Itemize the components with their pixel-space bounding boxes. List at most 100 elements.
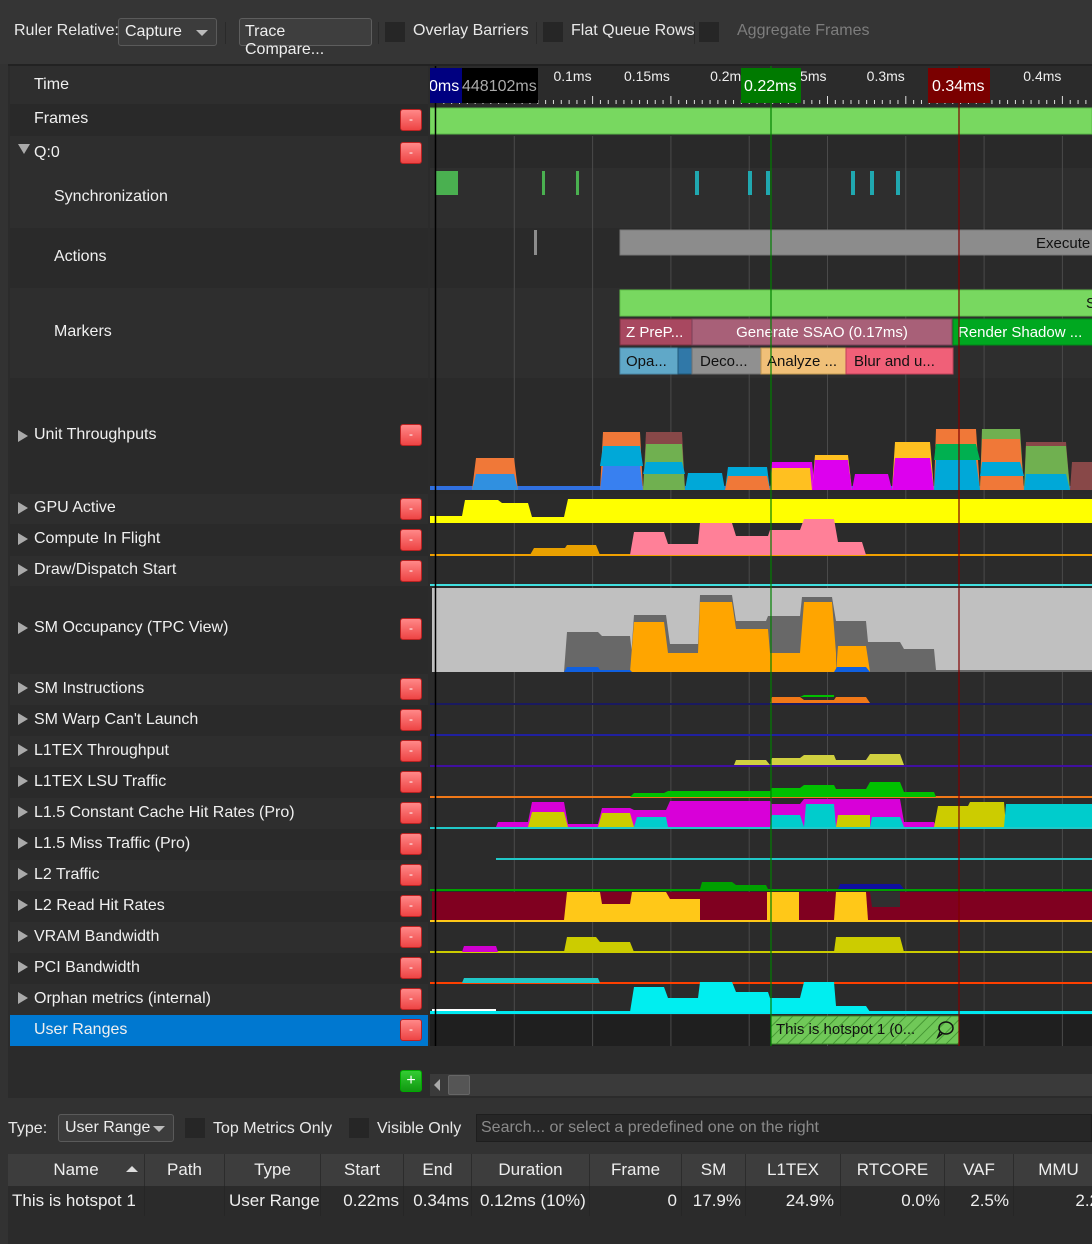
row-label-text: Frames [34,110,89,127]
expand-triangle-icon[interactable] [18,806,28,818]
overlay-barriers-checkbox[interactable] [385,22,405,42]
remove-row-button[interactable]: - [400,1019,422,1041]
column-duration[interactable]: Duration [472,1154,590,1186]
l1tex-area [770,754,904,765]
table-row[interactable]: This is hotspot 1 User Range 0.22ms 0.34… [8,1186,1092,1216]
flat-queue-rows-checkbox[interactable] [543,22,563,42]
row-sm-warp-cant-launch[interactable]: SM Warp Can't Launch - [10,705,428,736]
row-frames[interactable]: Frames - [10,104,428,136]
column-l1tex[interactable]: L1TEX [746,1154,841,1186]
horizontal-scrollbar[interactable] [430,1074,1092,1096]
expand-triangle-icon[interactable] [18,961,28,973]
row-vram-bandwidth[interactable]: VRAM Bandwidth - [10,922,428,953]
expand-triangle-icon[interactable] [18,930,28,942]
scrollbar-thumb[interactable] [448,1075,470,1095]
row-l2-read-hit-rates[interactable]: L2 Read Hit Rates - [10,891,428,922]
remove-row-button[interactable]: - [400,529,422,551]
warp-base [430,734,1092,736]
remove-row-button[interactable]: - [400,498,422,520]
metric-search-input[interactable]: Search... or select a predefined one on … [476,1114,1092,1142]
expand-triangle-icon[interactable] [18,502,28,514]
chevron-down-icon [196,30,208,36]
column-sm[interactable]: SM [682,1154,746,1186]
row-pci-bandwidth[interactable]: PCI Bandwidth - [10,953,428,984]
row-draw-dispatch-start[interactable]: Draw/Dispatch Start - [10,556,428,586]
expand-triangle-icon[interactable] [18,837,28,849]
remove-row-button[interactable]: - [400,560,422,582]
ruler-relative-select[interactable]: Capture [118,18,217,46]
row-l1tex-lsu-traffic[interactable]: L1TEX LSU Traffic - [10,767,428,798]
expand-triangle-icon[interactable] [18,868,28,880]
sort-ascending-icon [126,1166,138,1172]
expand-triangle-icon[interactable] [18,775,28,787]
collapse-triangle-icon[interactable] [18,144,30,154]
expand-triangle-icon[interactable] [18,564,28,576]
remove-row-button[interactable]: - [400,864,422,886]
expand-triangle-icon[interactable] [18,899,28,911]
remove-row-button[interactable]: - [400,957,422,979]
column-frame[interactable]: Frame [590,1154,682,1186]
separator [694,22,695,44]
sync-event [896,171,900,195]
row-markers[interactable]: Markers [10,288,428,378]
top-metrics-only-checkbox[interactable] [185,1118,205,1138]
row-unit-throughputs[interactable]: Unit Throughputs - [10,378,428,494]
add-row-button[interactable]: + [400,1070,422,1092]
remove-row-button[interactable]: - [400,709,422,731]
expand-triangle-icon[interactable] [18,992,28,1004]
aggregate-frames-checkbox[interactable] [699,22,719,42]
row-synchronization[interactable]: Synchronization [10,168,428,228]
expand-triangle-icon[interactable] [18,430,28,442]
timeline-plot[interactable]: Execute S Z PreP... Generate SSAO (0.17m… [430,66,1092,1100]
column-path[interactable]: Path [145,1154,225,1186]
remove-row-button[interactable]: - [400,833,422,855]
row-compute-in-flight[interactable]: Compute In Flight - [10,524,428,556]
remove-row-button[interactable]: - [400,802,422,824]
scroll-left-icon[interactable] [434,1079,440,1091]
remove-row-button[interactable]: - [400,740,422,762]
row-label-text: L1.5 Constant Cache Hit Rates (Pro) [34,804,295,821]
visible-only-checkbox[interactable] [349,1118,369,1138]
remove-row-button[interactable]: - [400,424,422,446]
column-end[interactable]: End [404,1154,472,1186]
trace-compare-button[interactable]: Trace Compare... [239,18,372,58]
row-l2-traffic[interactable]: L2 Traffic - [10,860,428,891]
row-orphan-metrics[interactable]: Orphan metrics (internal) - [10,984,428,1015]
row-sm-occupancy[interactable]: SM Occupancy (TPC View) - [10,586,428,674]
row-sm-instructions[interactable]: SM Instructions - [10,674,428,705]
row-queue[interactable]: Q:0 - [10,136,428,168]
row-label-text: Unit Throughputs [34,426,157,443]
remove-row-button[interactable]: - [400,109,422,131]
expand-triangle-icon[interactable] [18,533,28,545]
pci-area [462,978,600,983]
row-l15-miss-traffic[interactable]: L1.5 Miss Traffic (Pro) - [10,829,428,860]
row-l1tex-throughput[interactable]: L1TEX Throughput - [10,736,428,767]
column-name[interactable]: Name [8,1154,145,1186]
remove-row-button[interactable]: - [400,618,422,640]
expand-triangle-icon[interactable] [18,682,28,694]
sm-occupancy-chart [432,588,1092,672]
row-label-text: GPU Active [34,499,116,516]
row-gpu-active[interactable]: GPU Active - [10,494,428,524]
expand-triangle-icon[interactable] [18,744,28,756]
type-select[interactable]: User Range [58,1114,174,1142]
expand-triangle-icon[interactable] [18,713,28,725]
expand-triangle-icon[interactable] [18,622,28,634]
row-l15-constant-cache[interactable]: L1.5 Constant Cache Hit Rates (Pro) - [10,798,428,829]
marker-analyze-label: Analyze ... [767,353,837,370]
row-label-text: L1.5 Miss Traffic (Pro) [34,835,191,852]
column-rtcore[interactable]: RTCORE [841,1154,945,1186]
remove-row-button[interactable]: - [400,771,422,793]
column-mmu[interactable]: MMU [1014,1154,1092,1186]
row-user-ranges[interactable]: User Ranges - [10,1015,428,1046]
row-actions[interactable]: Actions [10,228,428,288]
remove-row-button[interactable]: - [400,895,422,917]
column-vaf[interactable]: VAF [945,1154,1014,1186]
l1tex-base [430,765,1092,767]
column-type[interactable]: Type [225,1154,321,1186]
remove-row-button[interactable]: - [400,142,422,164]
remove-row-button[interactable]: - [400,678,422,700]
column-start[interactable]: Start [321,1154,404,1186]
remove-row-button[interactable]: - [400,988,422,1010]
remove-row-button[interactable]: - [400,926,422,948]
